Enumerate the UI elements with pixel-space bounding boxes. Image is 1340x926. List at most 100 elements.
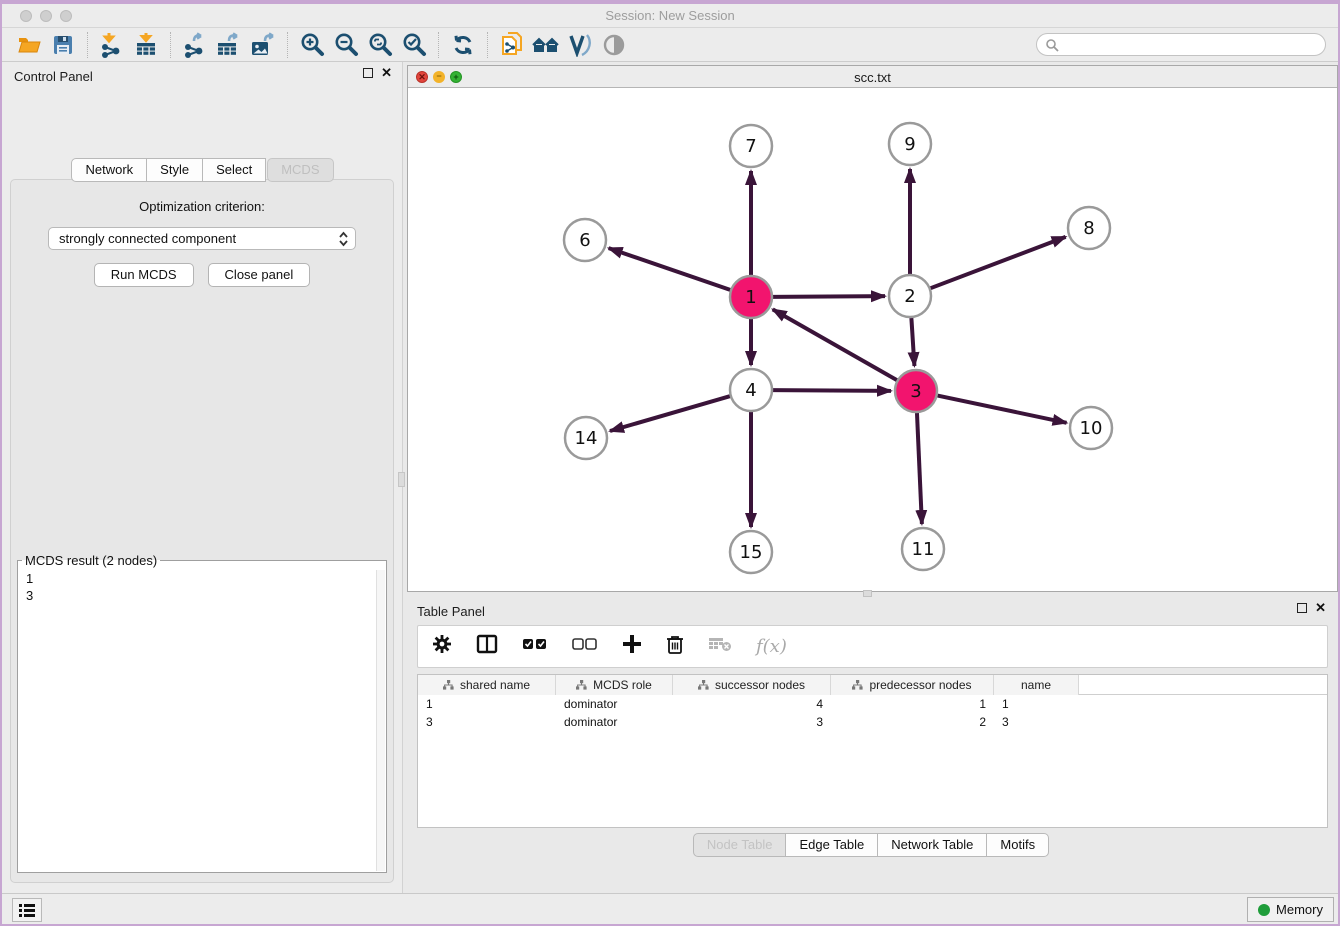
graph-edge-3-11[interactable]	[917, 413, 922, 524]
table-header-row: shared name MCDS role successor nodes pr…	[418, 675, 1327, 695]
delete-row-icon[interactable]	[666, 634, 684, 660]
search-icon	[1045, 38, 1059, 52]
vertical-split-handle[interactable]	[398, 472, 405, 487]
column-header-predecessor-nodes[interactable]: predecessor nodes	[831, 675, 994, 695]
dropdown-value: strongly connected component	[59, 231, 236, 246]
graph-node-label: 14	[575, 428, 598, 449]
tab-mcds[interactable]: MCDS	[267, 158, 333, 182]
export-image-icon[interactable]	[246, 30, 280, 60]
vizmapper-icon[interactable]	[563, 30, 597, 60]
graph-edge-1-2[interactable]	[773, 296, 885, 297]
hierarchy-icon	[576, 680, 587, 690]
network-canvas[interactable]: 7968124314101511	[408, 88, 1337, 591]
zoom-in-icon[interactable]	[295, 30, 329, 60]
task-history-button[interactable]	[12, 898, 42, 922]
optimization-criterion-select[interactable]: strongly connected component	[48, 227, 356, 250]
graph-edge-3-10[interactable]	[938, 396, 1067, 423]
graph-edge-4-3[interactable]	[773, 390, 891, 391]
show-columns-icon[interactable]	[476, 634, 498, 659]
hierarchy-icon	[698, 680, 709, 690]
graph-edge-4-14[interactable]	[610, 396, 730, 431]
close-icon[interactable]: ✕	[381, 68, 392, 78]
graph-edge-2-8[interactable]	[931, 237, 1066, 288]
table-panel: Table Panel ✕	[403, 598, 1338, 893]
mcds-result-group: MCDS result (2 nodes) 1 3	[17, 553, 387, 873]
column-header-successor-nodes[interactable]: successor nodes	[673, 675, 831, 695]
deselect-all-icon[interactable]	[572, 637, 598, 656]
first-neighbors-icon[interactable]	[529, 30, 563, 60]
graph-node-label: 15	[740, 542, 763, 563]
refresh-icon[interactable]	[446, 30, 480, 60]
network-graph[interactable]: 7968124314101511	[408, 88, 1337, 592]
add-row-icon[interactable]	[622, 634, 642, 659]
graph-node-label: 1	[745, 287, 756, 308]
graph-node-label: 3	[910, 381, 921, 402]
graph-node-label: 6	[579, 230, 590, 251]
tab-style[interactable]: Style	[146, 158, 203, 182]
workspace: ✕ − + scc.txt 7968124314101511 Table Pan…	[403, 62, 1338, 893]
result-item: 1	[19, 570, 376, 587]
hierarchy-icon	[852, 680, 863, 690]
control-panel: Control Panel ✕ Network Style Select MCD…	[2, 62, 403, 893]
session-title: Session: New Session	[2, 8, 1338, 23]
float-window-icon[interactable]	[363, 68, 373, 78]
select-all-icon[interactable]	[522, 637, 548, 656]
tab-network[interactable]: Network	[71, 158, 147, 182]
tab-motifs[interactable]: Motifs	[986, 833, 1049, 857]
horizontal-split-handle[interactable]	[863, 590, 872, 597]
mcds-result-list[interactable]: 1 3	[19, 570, 376, 871]
network-view-window: ✕ − + scc.txt 7968124314101511	[407, 65, 1338, 592]
tab-node-table[interactable]: Node Table	[693, 833, 787, 857]
result-item: 3	[19, 587, 376, 604]
memory-button[interactable]: Memory	[1247, 897, 1334, 922]
graph-edge-2-3[interactable]	[911, 318, 914, 366]
zoom-selected-icon[interactable]	[397, 30, 431, 60]
graph-node-label: 7	[745, 136, 756, 157]
memory-status-icon	[1258, 904, 1270, 916]
table-row[interactable]: 3 dominator 3 2 3	[418, 715, 1327, 731]
show-graphics-details-icon[interactable]	[597, 30, 631, 60]
export-table-icon[interactable]	[212, 30, 246, 60]
graph-node-label: 2	[904, 286, 915, 307]
delete-table-icon-disabled	[708, 636, 732, 657]
toolbar-separator	[438, 32, 439, 58]
main-toolbar	[2, 28, 1338, 62]
hierarchy-icon	[443, 680, 454, 690]
graph-edge-3-1[interactable]	[773, 309, 897, 380]
import-network-icon[interactable]	[95, 30, 129, 60]
close-icon[interactable]: ✕	[1315, 603, 1326, 613]
mcds-result-title: MCDS result (2 nodes)	[22, 553, 160, 568]
graph-node-label: 11	[912, 539, 935, 560]
result-scrollbar[interactable]	[376, 570, 385, 871]
search-box[interactable]	[1036, 33, 1326, 56]
zoom-fit-icon[interactable]	[363, 30, 397, 60]
control-panel-tabs: Network Style Select MCDS	[2, 158, 402, 182]
tab-select[interactable]: Select	[202, 158, 266, 182]
run-mcds-button[interactable]: Run MCDS	[94, 263, 194, 287]
open-file-icon[interactable]	[12, 30, 46, 60]
optimization-criterion-label: Optimization criterion:	[11, 199, 393, 214]
close-panel-button[interactable]: Close panel	[208, 263, 311, 287]
app-titlebar: Session: New Session	[2, 4, 1338, 28]
import-table-icon[interactable]	[129, 30, 163, 60]
column-header-shared-name[interactable]: shared name	[418, 675, 556, 695]
graph-edge-1-6[interactable]	[609, 248, 731, 290]
toolbar-separator	[170, 32, 171, 58]
memory-label: Memory	[1276, 902, 1323, 917]
column-header-name[interactable]: name	[994, 675, 1079, 695]
column-header-mcds-role[interactable]: MCDS role	[556, 675, 673, 695]
gear-icon[interactable]	[432, 634, 452, 659]
tab-network-table[interactable]: Network Table	[877, 833, 987, 857]
control-panel-title: Control Panel	[14, 69, 93, 84]
mcds-panel: Optimization criterion: strongly connect…	[10, 179, 394, 883]
search-input[interactable]	[1063, 38, 1325, 52]
zoom-out-icon[interactable]	[329, 30, 363, 60]
network-window-titlebar[interactable]: ✕ − + scc.txt	[408, 66, 1337, 88]
float-window-icon[interactable]	[1297, 603, 1307, 613]
save-session-icon[interactable]	[46, 30, 80, 60]
export-network-icon[interactable]	[178, 30, 212, 60]
table-row[interactable]: 1 dominator 4 1 1	[418, 697, 1327, 713]
new-network-from-selection-icon[interactable]	[495, 30, 529, 60]
node-table[interactable]: shared name MCDS role successor nodes pr…	[417, 674, 1328, 828]
tab-edge-table[interactable]: Edge Table	[785, 833, 878, 857]
